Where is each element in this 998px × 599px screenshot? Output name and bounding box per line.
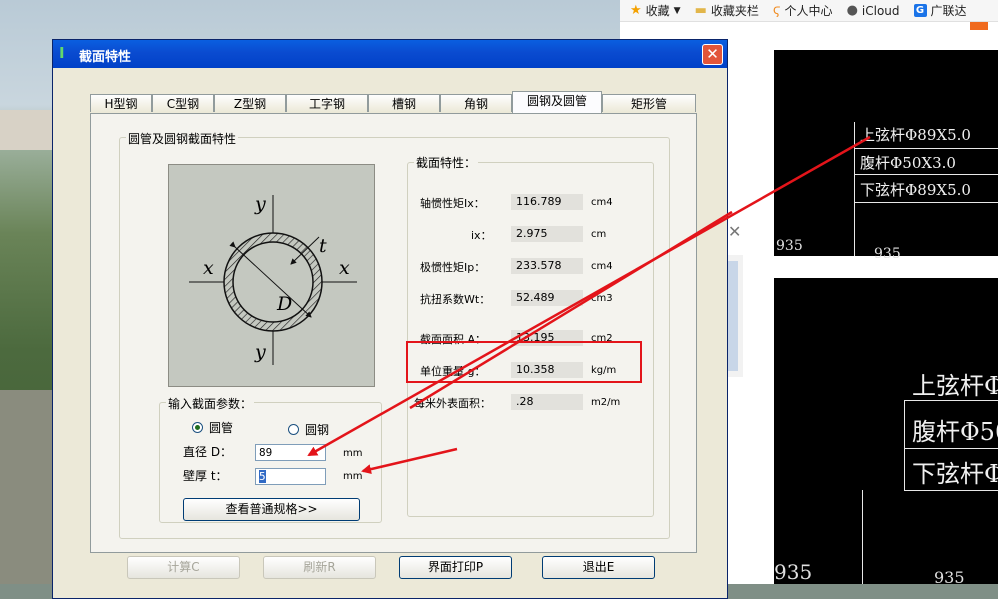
bookmark-glodon[interactable]: G 广联达 [913,2,967,19]
cad-line [904,490,998,491]
cad-line [854,122,855,256]
cad-drawing-bottom: 上弦杆Φ10 腹杆Φ50X 下弦杆Φ89 935 935 [774,278,998,587]
axis-label-x-left: x [203,257,214,279]
axis-label-x-right: x [339,257,350,279]
cad-dimension: 935 [934,568,965,587]
cad-line [854,174,998,175]
wallpaper-building [0,110,60,150]
thickness-label: t [319,235,327,257]
tab-z-steel[interactable]: Z型钢 [214,94,286,112]
tab-round-steel-pipe[interactable]: 圆钢及圆管 [512,91,602,113]
bookmark-favorites[interactable]: ★ 收藏 ▼ [630,2,681,19]
diameter-label: 直径 D： [183,445,233,459]
axis-label-y-top: y [255,193,266,215]
calculate-button[interactable]: 计算C [127,556,240,579]
cad-label-top-chord: 上弦杆Φ89X5.0 [860,126,971,144]
close-icon[interactable]: ✕ [728,222,742,241]
cad-label-bottom-chord: 下弦杆Φ89X5.0 [860,181,971,199]
cad-label-bottom-chord: 下弦杆Φ89 [912,460,998,488]
prop-value-polar-inertia: 233.578 [511,258,583,274]
prop-unit: cm4 [591,261,613,272]
input-group-caption: 输入截面参数： [166,395,255,412]
diameter-unit: mm [343,448,363,459]
cad-label-web: 腹杆Φ50X3.0 [860,154,956,172]
highlight-box-unit-weight [406,341,642,383]
prop-label-ix-inertia: 轴惯性矩Ix： [420,197,485,210]
dialog-titlebar[interactable]: I 截面特性 ✕ [53,40,727,68]
radio-round-bar[interactable]: 圆钢 [288,421,329,438]
refresh-button[interactable]: 刷新R [263,556,376,579]
tab-rectangular-tube[interactable]: 矩形管 [602,94,696,112]
radio-dot[interactable] [288,424,299,435]
view-standard-specs-button[interactable]: 查看普通规格>> [183,498,360,521]
cad-line [862,490,863,584]
prop-label-torsion-modulus: 抗扭系数Wt： [420,293,491,306]
cad-dimension: 935 [774,560,813,584]
radio-label: 圆管 [209,421,234,435]
tab-c-steel[interactable]: C型钢 [152,94,214,112]
section-group-caption: 圆管及圆钢截面特性 [126,130,239,147]
axis-label-y-bottom: y [255,341,266,363]
prop-label-polar-inertia: 极惯性矩Ip： [420,261,486,274]
prop-value-torsion-modulus: 52.489 [511,290,583,306]
bookmark-label: 收藏 [645,4,670,18]
bookmark-label: 收藏夹栏 [710,4,759,18]
tab-channel[interactable]: 槽钢 [368,94,440,112]
cad-label-web: 腹杆Φ50X [912,418,998,446]
thickness-input[interactable]: 5 [255,468,326,485]
close-button[interactable]: ✕ [702,44,723,65]
cad-label-top-chord: 上弦杆Φ10 [912,372,998,400]
diameter-label: D [277,293,293,315]
cad-line [854,202,998,203]
tab-angle[interactable]: 角钢 [440,94,512,112]
notification-tab[interactable] [970,22,988,30]
prop-unit: cm [591,229,607,240]
star-icon: ★ [630,3,642,18]
dropdown-arrow-icon[interactable]: ▼ [674,6,681,16]
bookmark-label: 个人中心 [784,4,833,18]
cad-line [904,400,905,490]
thickness-label: 壁厚 t： [183,469,228,483]
print-interface-button[interactable]: 界面打印P [399,556,512,579]
cad-line [854,148,998,149]
radio-round-pipe[interactable]: 圆管 [192,419,233,436]
cad-line [904,448,998,449]
prop-value-radius-gyration: 2.975 [511,226,583,242]
bookmark-favorites-bar[interactable]: ▬ 收藏夹栏 [695,2,759,19]
folder-icon: ▬ [694,3,707,18]
prop-unit: cm3 [591,293,613,304]
radio-label: 圆钢 [305,423,330,437]
prop-label-radius-gyration: ix： [471,229,492,242]
apple-icon: ● [846,3,858,18]
app-icon: I [59,44,65,62]
prop-unit: cm4 [591,197,613,208]
bookmark-icloud[interactable]: ● iCloud [847,3,900,18]
bookmark-label: iCloud [861,3,900,18]
radio-dot-selected[interactable] [192,422,203,433]
thickness-unit: mm [343,471,363,482]
prop-unit: m2/m [591,397,621,408]
prop-value-ix-inertia: 116.789 [511,194,583,210]
tab-h-steel[interactable]: H型钢 [90,94,152,112]
bookmarks-bar: ★ 收藏 ▼ ▬ 收藏夹栏 ϛ 个人中心 ● iCloud G 广联达 [620,0,998,22]
cad-drawing-top: 上弦杆Φ89X5.0 腹杆Φ50X3.0 下弦杆Φ89X5.0 935 935 [774,50,998,262]
dialog-title: 截面特性 [79,50,132,65]
prop-value-surface-area: .28 [511,394,583,410]
cad-dimension: 935 [874,246,901,262]
tab-i-beam[interactable]: 工字钢 [286,94,368,112]
person-icon: ϛ [772,3,781,18]
prop-label-surface-area: 每米外表面积： [414,397,491,410]
diameter-input[interactable]: 89 [255,444,326,461]
cross-section-figure: y y x x t D [168,164,375,387]
g-logo-icon: G [913,4,927,17]
bookmark-personal-center[interactable]: ϛ 个人中心 [773,2,833,19]
wallpaper-road [0,390,60,584]
bookmark-label: 广联达 [930,4,967,18]
cad-dimension: 935 [776,238,803,254]
exit-button[interactable]: 退出E [542,556,655,579]
properties-caption: 截面特性： [414,154,479,171]
